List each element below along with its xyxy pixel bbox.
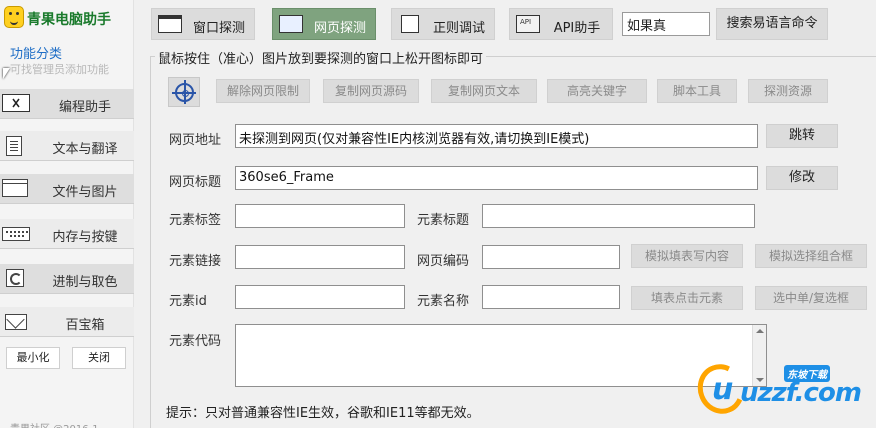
document-icon [2,136,30,156]
element-title-field[interactable] [482,204,755,228]
api-icon [516,15,540,33]
footer-text: 青果社区 @2016-1 [10,420,99,428]
script-tools-button[interactable]: 脚本工具 [657,79,737,103]
tab-label: 窗口探测 [192,21,245,36]
tab-window-probe[interactable]: 窗口探测 [151,8,255,40]
x-window-icon [2,94,30,114]
fill-click-element-button[interactable]: 填表点击元素 [631,286,743,310]
tab-web-probe[interactable]: 网页探测 [272,8,376,40]
title-field[interactable]: 360se6_Frame [235,166,758,190]
sidebar-item-label: 进制与取色 [52,275,118,290]
group-title: 鼠标按住（准心）图片放到要探测的窗口上松开图标即可 [155,48,487,67]
regex-icon [401,15,419,33]
title-label: 网页标题 [169,175,222,190]
url-field[interactable]: 未探测到网页(仅对兼容性IE内核浏览器有效,请切换到IE模式) [235,124,758,148]
sidebar-item-label: 文件与图片 [52,185,118,200]
window-probe-icon [158,15,182,33]
tab-label: API助手 [553,21,601,36]
web-probe-icon [279,15,303,33]
sidebar-item-file-image[interactable]: 文件与图片 [0,174,134,204]
simulate-fill-button[interactable]: 模拟填表写内容 [631,244,743,268]
sidebar-item-toolbox[interactable]: 百宝箱 [0,307,134,337]
highlight-keyword-button[interactable]: 高亮关键字 [547,79,647,103]
sidebar-item-label: 内存与按键 [52,230,118,245]
crosshair-icon[interactable] [168,77,200,107]
element-title-label: 元素标题 [417,213,470,228]
watermark-tag: 东坡下载 [784,365,830,382]
hint-text: 提示：只对普通兼容性IE生效，谷歌和IE11等都无效。 [166,406,480,421]
jump-button[interactable]: 跳转 [766,124,838,148]
element-tag-label: 元素标签 [169,213,222,228]
tab-label: 网页探测 [313,21,366,36]
minimize-button[interactable]: 最小化 [6,347,60,369]
element-link-label: 元素链接 [169,254,222,269]
window-icon [2,179,30,199]
copy-text-button[interactable]: 复制网页文本 [431,79,537,103]
sidebar-item-label: 文本与翻译 [52,142,118,157]
app-logo-icon [4,6,24,28]
select-checkbox-button[interactable]: 选中单/复选框 [755,286,867,310]
element-id-field[interactable] [235,285,405,309]
element-code-textarea[interactable] [235,324,767,387]
sidebar-item-memory-keys[interactable]: 内存与按键 [0,219,134,249]
mouse-pointer-icon [3,68,10,79]
element-code-label: 元素代码 [169,334,222,349]
command-search-input[interactable] [622,12,710,36]
unlock-page-button[interactable]: 解除网页限制 [216,79,310,103]
element-id-label: 元素id [169,294,207,309]
page-encoding-field[interactable] [482,245,620,269]
app-header: 青果电脑助手 [0,0,134,36]
sidebar: 青果电脑助手 功能分类 可找管理员添加功能 编程助手 文本与翻译 文件与图片 内… [0,0,134,428]
copy-source-button[interactable]: 复制网页源码 [323,79,419,103]
element-name-label: 元素名称 [417,294,470,309]
sidebar-item-label: 编程助手 [58,100,111,115]
watermark-letter: u [712,372,734,407]
tab-api-helper[interactable]: API助手 [509,8,613,40]
element-tag-field[interactable] [235,204,405,228]
tab-label: 正则调试 [432,21,485,36]
element-name-field[interactable] [482,285,620,309]
probe-resources-button[interactable]: 探测资源 [748,79,828,103]
scroll-up-icon[interactable] [756,329,764,333]
tab-regex-debug[interactable]: 正则调试 [391,8,495,40]
sidebar-item-label: 百宝箱 [65,318,105,333]
url-label: 网页地址 [169,133,222,148]
search-command-button[interactable]: 搜索易语言命令 [716,8,828,40]
watermark-brand: uzzf.com [740,378,862,408]
category-subtitle: 可找管理员添加功能 [10,63,109,76]
element-link-field[interactable] [235,245,405,269]
sidebar-item-text-translate[interactable]: 文本与翻译 [0,131,134,161]
app-title: 青果电脑助手 [27,12,111,28]
category-title[interactable]: 功能分类 [10,43,62,62]
modify-button[interactable]: 修改 [766,166,838,190]
page-encoding-label: 网页编码 [417,254,470,269]
convert-icon [2,269,30,289]
mail-icon [2,312,30,332]
watermark-logo: u uzzf.com 东坡下载 [690,357,872,422]
keyboard-icon [2,224,30,244]
close-button[interactable]: 关闭 [72,347,126,369]
simulate-select-button[interactable]: 模拟选择组合框 [755,244,867,268]
sidebar-item-radix-color[interactable]: 进制与取色 [0,264,134,294]
sidebar-item-programming[interactable]: 编程助手 [0,89,134,119]
